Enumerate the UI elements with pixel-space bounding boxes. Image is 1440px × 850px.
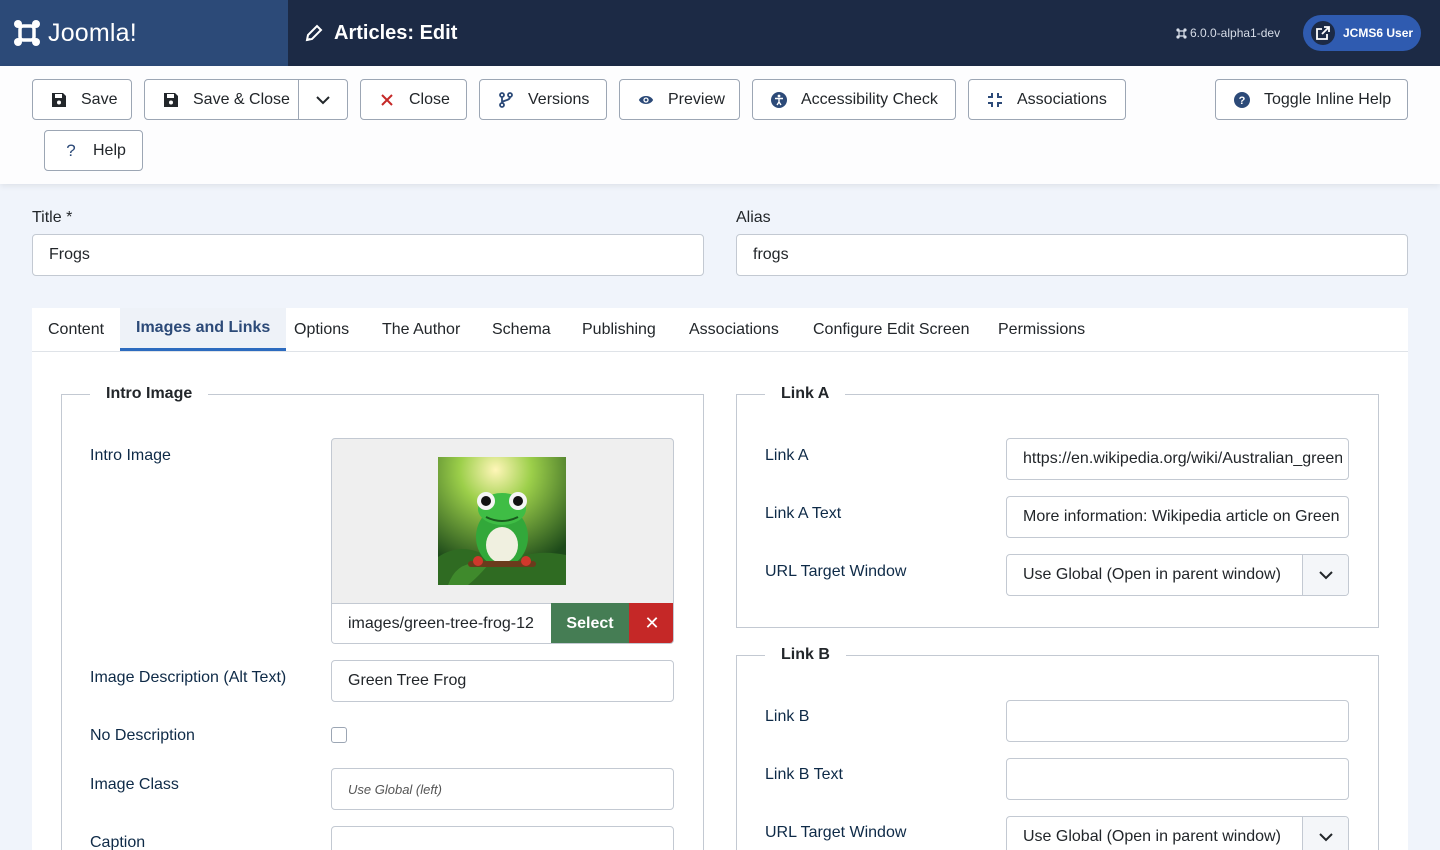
link-b-label: Link B <box>765 708 810 725</box>
joomla-small-icon <box>1176 27 1187 39</box>
save-close-label: Save & Close <box>193 90 290 108</box>
save-button[interactable]: Save <box>32 79 132 120</box>
intro-image-label: Intro Image <box>90 447 171 464</box>
caption-label: Caption <box>90 834 146 850</box>
link-b-target-value: Use Global (Open in parent window) <box>1023 828 1281 845</box>
alias-label: Alias <box>736 209 771 226</box>
alias-input[interactable]: frogs <box>736 234 1408 276</box>
help-button[interactable]: ? Help <box>44 130 143 171</box>
svg-text:?: ? <box>1239 95 1246 107</box>
tab-configure-edit-screen[interactable]: Configure Edit Screen <box>797 308 986 351</box>
toggle-inline-help-label: Toggle Inline Help <box>1264 90 1392 108</box>
image-class-placeholder: Use Global (left) <box>348 781 442 797</box>
image-path-input[interactable]: images/green-tree-frog-12 <box>332 603 552 643</box>
link-b-text-label: Link B Text <box>765 766 843 783</box>
link-a-text-input[interactable]: More information: Wikipedia article on G… <box>1006 496 1349 538</box>
toolbar: Save Save & Close Close Versions Preview… <box>0 66 1440 184</box>
link-b-target-select[interactable]: Use Global (Open in parent window) <box>1006 816 1349 850</box>
page-title-text: Articles: Edit <box>334 21 458 44</box>
preview-button[interactable]: Preview <box>619 79 740 120</box>
external-link-icon <box>1311 21 1335 45</box>
link-b-text-input[interactable] <box>1006 758 1349 800</box>
compress-icon <box>987 92 1003 108</box>
link-a-target-select[interactable]: Use Global (Open in parent window) <box>1006 554 1349 596</box>
clear-image-button[interactable]: ✕ <box>629 603 673 643</box>
edit-tabs: Content Images and Links Options The Aut… <box>32 308 1408 352</box>
title-input[interactable]: Frogs <box>32 234 704 276</box>
title-label: Title * <box>32 209 73 226</box>
tab-publishing[interactable]: Publishing <box>566 308 672 351</box>
tab-associations[interactable]: Associations <box>673 308 795 351</box>
chevron-down-icon[interactable] <box>315 92 331 113</box>
code-branch-icon <box>498 91 514 108</box>
close-button[interactable]: Close <box>360 79 467 120</box>
image-preview-box: images/green-tree-frog-12 Select ✕ <box>331 438 674 644</box>
brand-name: Joomla! <box>48 18 137 47</box>
joomla-logo-icon <box>14 20 40 46</box>
user-name: JCMS6 User <box>1343 26 1414 40</box>
split-divider <box>298 80 299 119</box>
tab-images-and-links[interactable]: Images and Links <box>120 308 287 351</box>
link-b-target-label: URL Target Window <box>765 824 907 841</box>
save-icon <box>163 92 179 108</box>
intro-image-legend: Intro Image <box>90 385 209 403</box>
link-b-legend: Link B <box>765 646 846 664</box>
close-label: Close <box>409 90 450 108</box>
accessibility-check-button[interactable]: Accessibility Check <box>752 79 956 120</box>
link-a-value: https://en.wikipedia.org/wiki/Australian… <box>1023 450 1342 467</box>
brand-logo[interactable]: Joomla! <box>0 0 288 66</box>
versions-button[interactable]: Versions <box>479 79 607 120</box>
link-a-text-label: Link A Text <box>765 505 842 522</box>
save-label: Save <box>81 90 118 108</box>
caption-input[interactable] <box>331 826 674 850</box>
select-image-button[interactable]: Select <box>551 603 629 643</box>
toggle-inline-help-button[interactable]: ? Toggle Inline Help <box>1215 79 1408 120</box>
accessibility-check-label: Accessibility Check <box>801 90 938 108</box>
associations-button[interactable]: Associations <box>968 79 1126 120</box>
question-icon: ? <box>66 140 76 160</box>
versions-label: Versions <box>528 90 590 108</box>
link-b-input[interactable] <box>1006 700 1349 742</box>
save-icon <box>51 92 67 108</box>
alt-text-label: Image Description (Alt Text) <box>90 669 287 686</box>
user-menu-button[interactable]: JCMS6 User <box>1303 15 1421 51</box>
pencil-icon <box>305 24 323 42</box>
version-text: 6.0.0-alpha1-dev <box>1190 26 1281 40</box>
alt-text-input[interactable]: Green Tree Frog <box>331 660 674 702</box>
link-a-text-value: More information: Wikipedia article on G… <box>1023 508 1342 525</box>
no-description-checkbox[interactable] <box>331 727 347 743</box>
link-a-target-value: Use Global (Open in parent window) <box>1023 566 1281 583</box>
link-a-label: Link A <box>765 447 809 464</box>
page-title: Articles: Edit <box>304 0 457 66</box>
app-header: Joomla! Articles: Edit 6.0.0-alpha1-dev … <box>0 0 1440 66</box>
tab-permissions[interactable]: Permissions <box>982 308 1101 351</box>
image-class-input[interactable]: Use Global (left) <box>331 768 674 810</box>
image-class-label: Image Class <box>90 776 179 793</box>
frog-image[interactable] <box>438 457 566 585</box>
close-icon <box>379 92 395 108</box>
link-a-target-label: URL Target Window <box>765 563 907 580</box>
no-description-label: No Description <box>90 727 195 744</box>
chevron-down-icon <box>1302 817 1348 850</box>
chevron-down-icon <box>1302 555 1348 595</box>
help-label: Help <box>93 141 126 159</box>
preview-label: Preview <box>668 90 725 108</box>
link-a-legend: Link A <box>765 385 846 403</box>
tab-schema[interactable]: Schema <box>476 308 567 351</box>
tab-content[interactable]: Content <box>32 308 120 351</box>
question-circle-icon: ? <box>1234 91 1250 108</box>
save-close-button[interactable]: Save & Close <box>144 79 348 120</box>
version-info: 6.0.0-alpha1-dev <box>1176 26 1280 40</box>
associations-label: Associations <box>1017 90 1107 108</box>
tab-the-author[interactable]: The Author <box>366 308 476 351</box>
tab-options[interactable]: Options <box>278 308 365 351</box>
link-a-input[interactable]: https://en.wikipedia.org/wiki/Australian… <box>1006 438 1349 480</box>
accessibility-icon <box>771 91 787 108</box>
eye-icon <box>638 92 654 108</box>
